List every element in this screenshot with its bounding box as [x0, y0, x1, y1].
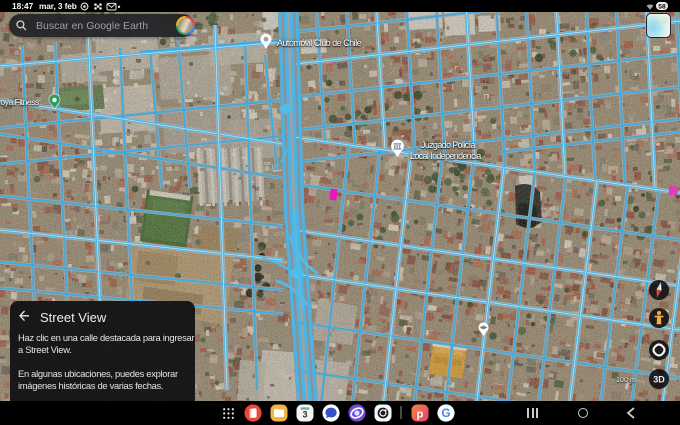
svg-text:G: G	[442, 408, 451, 420]
svg-text:3: 3	[302, 409, 307, 419]
svg-text:58: 58	[658, 4, 666, 10]
svg-text:3D: 3D	[653, 375, 665, 385]
svg-text:mar, 3 feb: mar, 3 feb	[39, 1, 77, 11]
svg-text:p: p	[417, 409, 424, 421]
svg-text:18:47: 18:47	[12, 1, 34, 11]
